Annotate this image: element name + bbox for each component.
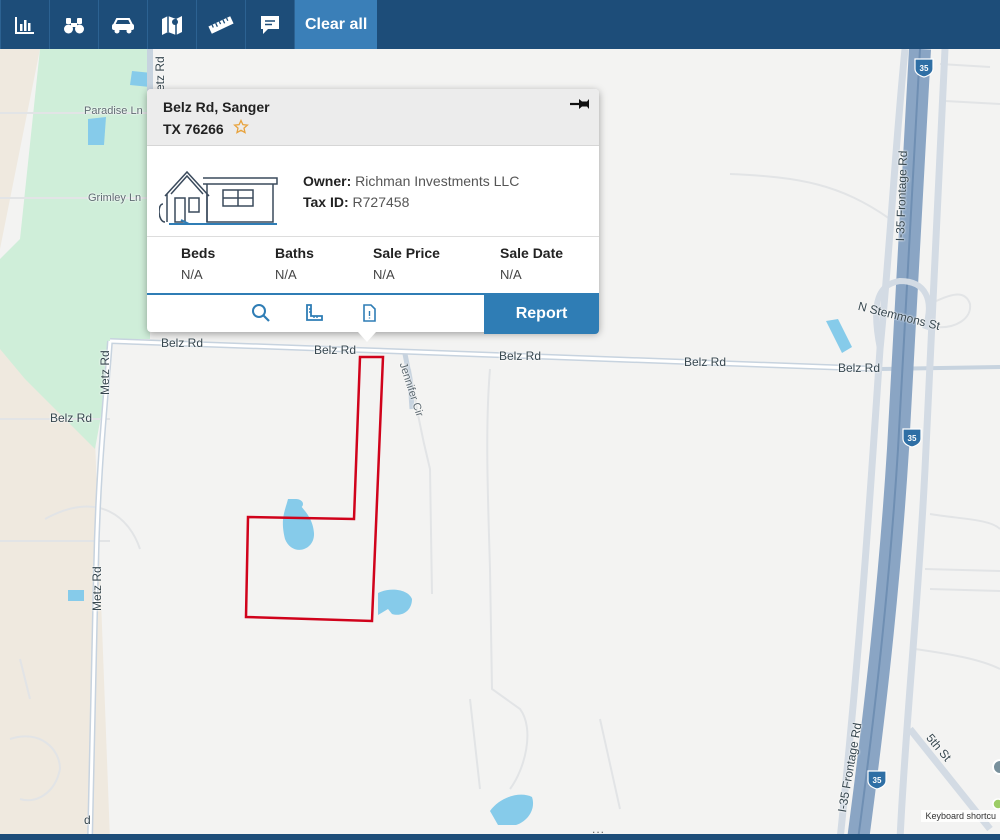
comments-button[interactable] bbox=[246, 0, 295, 49]
comment-icon bbox=[261, 15, 279, 34]
i35-shield-label: 35 bbox=[908, 434, 917, 443]
stat-label-sale-price: Sale Price bbox=[373, 245, 440, 261]
search-icon[interactable] bbox=[251, 303, 271, 323]
map-icon bbox=[162, 15, 182, 35]
bar-chart-icon bbox=[15, 16, 34, 34]
bottom-bar bbox=[0, 834, 1000, 840]
favorite-star-icon[interactable] bbox=[233, 119, 249, 135]
road-label-belz-rd: Belz Rd bbox=[314, 343, 357, 357]
popup-header: Belz Rd, Sanger TX 76266 bbox=[147, 89, 599, 146]
i35-shield-label: 35 bbox=[920, 64, 929, 73]
map-layers-button[interactable] bbox=[148, 0, 197, 49]
ruler-icon bbox=[208, 15, 234, 34]
owner-line: Owner: Richman Investments LLC bbox=[303, 173, 519, 189]
binoculars-icon bbox=[64, 17, 84, 33]
road-label-paradise-ln: Paradise Ln bbox=[84, 105, 143, 117]
road-label-belz-rd: Belz Rd bbox=[50, 411, 93, 425]
pond bbox=[88, 117, 106, 145]
road-label-belz-rd: Belz Rd bbox=[684, 355, 727, 369]
clear-all-button[interactable]: Clear all bbox=[295, 0, 378, 49]
search-button[interactable] bbox=[50, 0, 99, 49]
stat-label-sale-date: Sale Date bbox=[500, 245, 564, 261]
road-label-belz-rd: Belz Rd bbox=[499, 349, 542, 363]
property-popup: Belz Rd, Sanger TX 76266 Owner: Richman … bbox=[147, 89, 599, 342]
address-line-1: Belz Rd, Sanger bbox=[163, 99, 270, 115]
keyboard-shortcuts-link[interactable]: Keyboard shortcu bbox=[921, 810, 1000, 822]
house-icon bbox=[159, 170, 278, 225]
pond bbox=[378, 589, 412, 615]
taxid-line: Tax ID: R727458 bbox=[303, 194, 409, 210]
car-icon bbox=[112, 17, 134, 33]
road-label-metz-rd: Metz Rd bbox=[98, 350, 112, 395]
road-label-metz-rd: Metz Rd bbox=[90, 566, 104, 611]
popup-actions: Report bbox=[147, 293, 599, 334]
road-label-partial: d bbox=[84, 813, 91, 827]
toolbar: Clear all bbox=[0, 0, 1000, 50]
road-label-belz-rd: Belz Rd bbox=[161, 336, 204, 350]
stat-label-beds: Beds bbox=[181, 245, 216, 261]
property-stats: Beds N/A Baths N/A Sale Price N/A Sale D… bbox=[147, 237, 599, 293]
measure-button[interactable] bbox=[197, 0, 246, 49]
stat-value-sale-date: N/A bbox=[500, 267, 522, 282]
owner-label: Owner: bbox=[303, 173, 352, 189]
stat-value-baths: N/A bbox=[275, 267, 297, 282]
stat-value-beds: N/A bbox=[181, 267, 203, 282]
owner-value: Richman Investments LLC bbox=[355, 173, 520, 189]
document-info-icon[interactable] bbox=[359, 303, 379, 323]
stat-label-baths: Baths bbox=[275, 245, 314, 261]
report-button[interactable]: Report bbox=[484, 293, 599, 334]
pond bbox=[68, 590, 84, 601]
stat-value-sale-price: N/A bbox=[373, 267, 395, 282]
taxid-label: Tax ID: bbox=[303, 194, 349, 210]
measure-area-icon[interactable] bbox=[304, 303, 324, 323]
road-label-belz-rd: Belz Rd bbox=[838, 361, 881, 375]
popup-info: Owner: Richman Investments LLC Tax ID: R… bbox=[147, 146, 599, 237]
taxid-value: R727458 bbox=[352, 194, 410, 210]
address-line-2: TX 76266 bbox=[163, 121, 224, 137]
pin-icon[interactable] bbox=[569, 97, 591, 111]
i35-shield-label: 35 bbox=[873, 776, 882, 785]
stats-button[interactable] bbox=[0, 0, 50, 49]
drive-button[interactable] bbox=[99, 0, 148, 49]
popup-pointer bbox=[358, 332, 376, 342]
road-label-grimley-ln: Grimley Ln bbox=[88, 192, 142, 204]
